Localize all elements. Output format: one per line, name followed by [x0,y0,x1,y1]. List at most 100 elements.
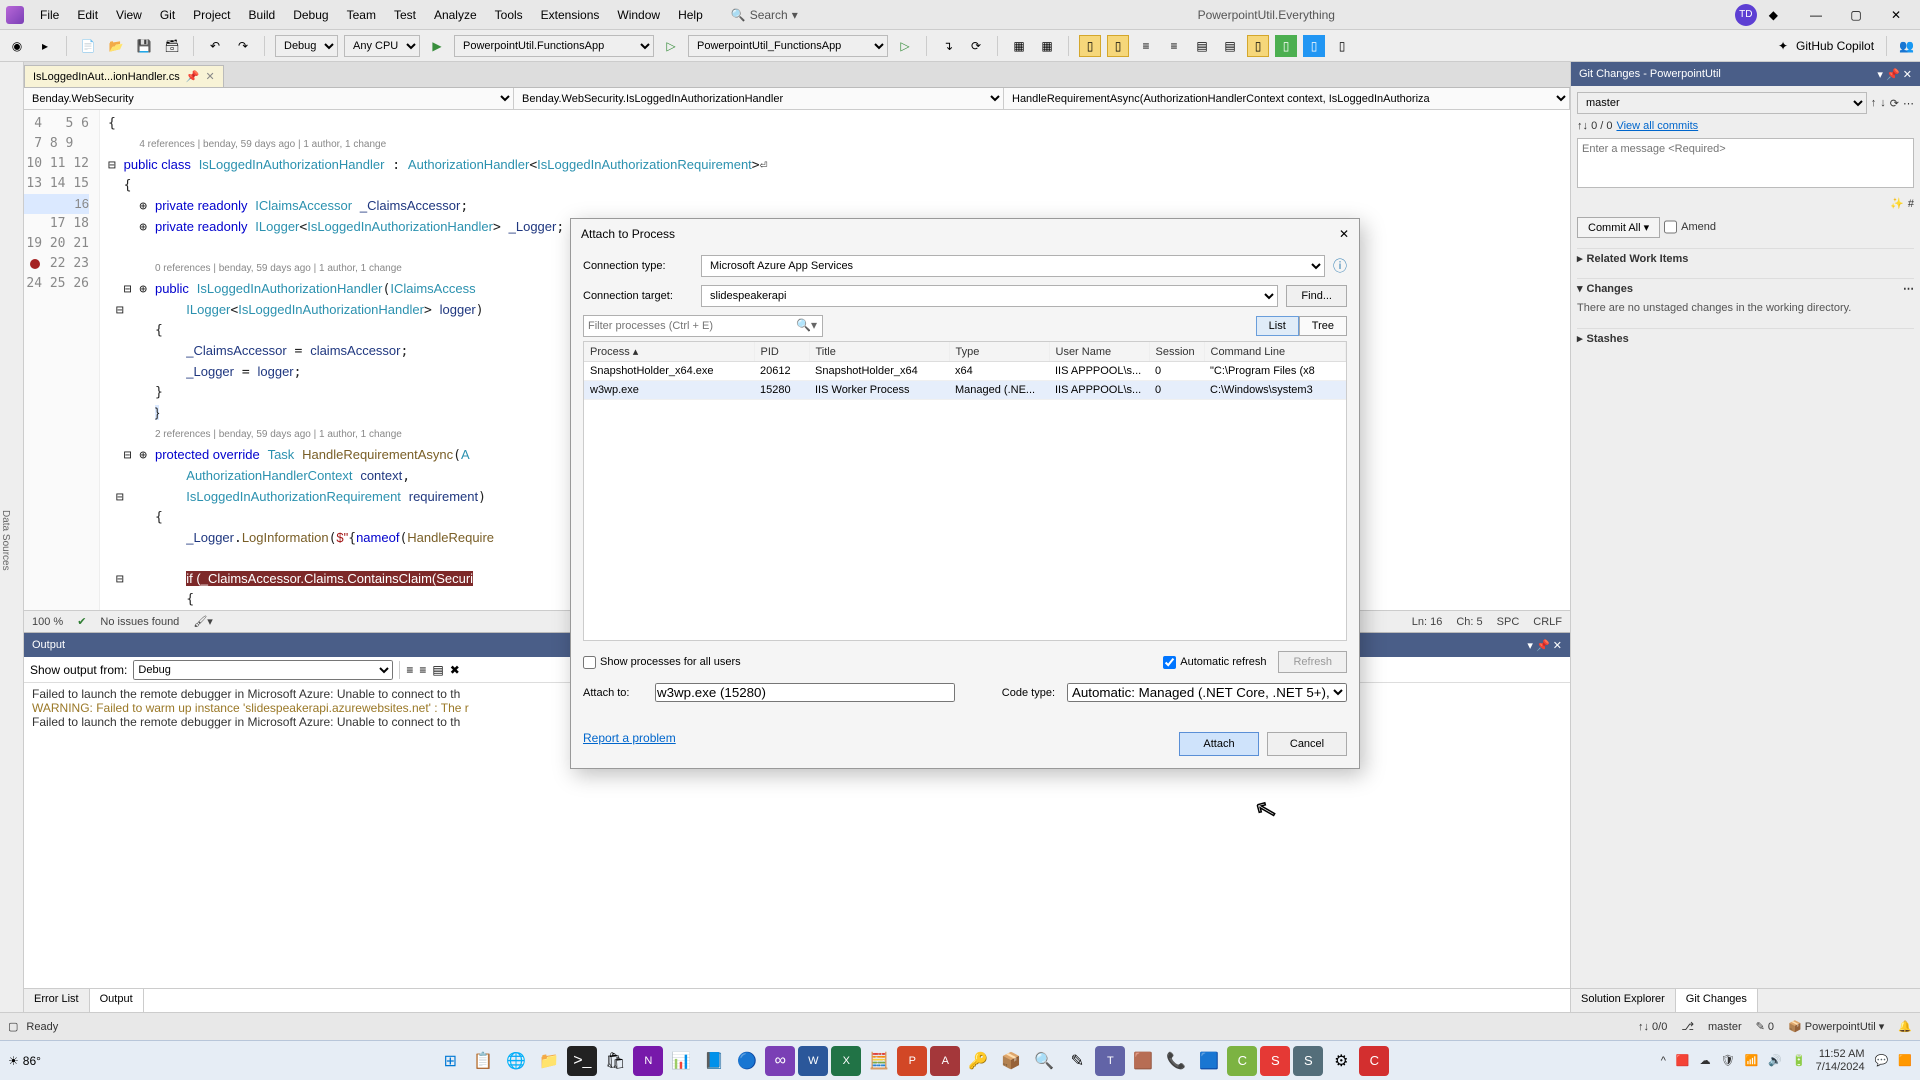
onenote-icon[interactable]: N [633,1046,663,1076]
new-item-icon[interactable]: 📄 [77,35,99,57]
menu-view[interactable]: View [108,4,150,26]
file-tab[interactable]: IsLoggedInAut...ionHandler.cs 📌 ✕ [24,65,224,87]
start-nodbg-icon[interactable]: ▷ [660,35,682,57]
pin-icon[interactable]: 📌 [186,70,200,83]
ai-icon[interactable]: ✨ [1890,197,1904,210]
conn-target-select[interactable]: slidespeakerapi [701,285,1278,307]
weather-widget[interactable]: ☀ 86° [8,1054,41,1068]
tb-icon[interactable]: ▤ [432,663,443,677]
close-tab-icon[interactable]: ✕ [205,70,214,83]
word-icon[interactable]: W [798,1046,828,1076]
branch-name[interactable]: master [1708,1021,1742,1033]
info-icon[interactable]: ⓘ [1333,256,1347,276]
more-icon[interactable]: ⋯ [1903,97,1914,110]
col-process[interactable]: Process ▴ [584,342,754,362]
startup-select-2[interactable]: PowerpointUtil_FunctionsApp [688,35,888,57]
chevron-down-icon[interactable]: ▾ [1577,282,1583,295]
play-icon[interactable]: ▷ [894,35,916,57]
refresh-button[interactable]: Refresh [1278,651,1347,673]
tb-icon-2[interactable]: ▦ [1036,35,1058,57]
tray-icon[interactable]: 🟧 [1898,1054,1912,1067]
teams-icon[interactable]: T [1095,1046,1125,1076]
pull-icon[interactable]: ↓ [1880,97,1886,109]
push-icon[interactable]: ↑ [1871,97,1877,109]
menu-window[interactable]: Window [609,4,668,26]
volume-icon[interactable]: 🔊 [1768,1054,1782,1067]
tb-hl-2[interactable]: ▯ [1107,35,1129,57]
whatsapp-icon[interactable]: 📞 [1161,1046,1191,1076]
save-icon[interactable]: 💾 [133,35,155,57]
open-icon[interactable]: 📂 [105,35,127,57]
access-icon[interactable]: A [930,1046,960,1076]
app-icon[interactable]: 🟦 [1194,1046,1224,1076]
app-icon[interactable]: ✎ [1062,1046,1092,1076]
more-icon[interactable]: ⋯ [1903,282,1914,295]
col-type[interactable]: Type [949,342,1049,362]
app-icon[interactable]: 📘 [699,1046,729,1076]
explorer-icon[interactable]: 📁 [534,1046,564,1076]
crumb-class[interactable]: Benday.WebSecurity.IsLoggedInAuthorizati… [514,88,1004,109]
clear-icon[interactable]: ✖ [450,663,460,677]
save-all-icon[interactable]: 🗃 [161,35,183,57]
menu-extensions[interactable]: Extensions [533,4,608,26]
start-button[interactable]: ⊞ [435,1046,465,1076]
branch-select[interactable]: master [1577,92,1867,114]
clock-time[interactable]: 11:52 AM [1816,1048,1865,1061]
maximize-button[interactable]: ▢ [1838,3,1874,27]
app-icon[interactable]: 📦 [996,1046,1026,1076]
col-session[interactable]: Session [1149,342,1204,362]
tb-hl-1[interactable]: ▯ [1079,35,1101,57]
tb-green-icon[interactable]: ▯ [1275,35,1297,57]
list-view-button[interactable]: List [1256,316,1299,336]
view-commits-link[interactable]: View all commits [1616,120,1698,132]
pin-icon[interactable]: 📌 [1536,640,1550,652]
chevron-up-icon[interactable]: ^ [1661,1055,1666,1067]
col-user[interactable]: User Name [1049,342,1149,362]
tray-icon[interactable]: 🛡 [1721,1054,1735,1067]
tb-icon-6[interactable]: ▤ [1219,35,1241,57]
crumb-member[interactable]: HandleRequirementAsync(AuthorizationHand… [1004,88,1570,109]
tb-icon[interactable]: ≡ [406,663,413,677]
menu-edit[interactable]: Edit [69,4,106,26]
tb-icon-4[interactable]: ≡ [1163,35,1185,57]
excel-icon[interactable]: X [831,1046,861,1076]
report-problem-link[interactable]: Report a problem [583,731,676,745]
menu-git[interactable]: Git [152,4,183,26]
crumb-project[interactable]: Benday.WebSecurity [24,88,514,109]
menu-debug[interactable]: Debug [285,4,336,26]
box-icon[interactable]: ▢ [8,1020,18,1033]
menu-test[interactable]: Test [386,4,424,26]
tab-solution-explorer[interactable]: Solution Explorer [1571,989,1676,1012]
filter-input[interactable] [583,315,823,337]
config-select[interactable]: Debug [275,35,338,57]
hash-icon[interactable]: # [1908,198,1914,210]
menu-help[interactable]: Help [670,4,711,26]
menu-analyze[interactable]: Analyze [426,4,485,26]
tb-icon-5[interactable]: ▤ [1191,35,1213,57]
app-icon[interactable]: 🧮 [864,1046,894,1076]
redo-icon[interactable]: ↷ [232,35,254,57]
battery-icon[interactable]: 🔋 [1792,1054,1806,1067]
dropdown-icon[interactable]: ▾ [1527,640,1533,652]
dialog-close-button[interactable]: ✕ [1339,227,1349,241]
nav-back-icon[interactable]: ◉ [6,35,28,57]
diamond-icon[interactable]: ◆ [1769,8,1778,22]
menu-file[interactable]: File [32,4,67,26]
search-box[interactable]: 🔍 Search ▾ [731,8,798,22]
app-icon[interactable]: C [1359,1046,1389,1076]
store-icon[interactable]: 🛍 [600,1046,630,1076]
commit-all-button[interactable]: Commit All ▾ [1577,217,1660,238]
task-icon[interactable]: 📋 [468,1046,498,1076]
app-icon[interactable]: 🔍 [1029,1046,1059,1076]
minimize-button[interactable]: — [1798,3,1834,27]
pin-icon[interactable]: 📌 [1886,69,1900,81]
tb-icon-3[interactable]: ≡ [1135,35,1157,57]
close-icon[interactable]: ✕ [1553,640,1562,652]
startup-select[interactable]: PowerpointUtil.FunctionsApp [454,35,654,57]
chevron-right-icon[interactable]: ▸ [1577,252,1583,265]
copilot-icon[interactable]: ✦ [1778,39,1788,53]
bell-icon[interactable]: 🔔 [1898,1020,1912,1033]
sync-status[interactable]: ↑↓ 0/0 [1638,1021,1667,1033]
sync-icon[interactable]: ⟳ [1890,97,1899,110]
app-icon[interactable]: 📊 [666,1046,696,1076]
